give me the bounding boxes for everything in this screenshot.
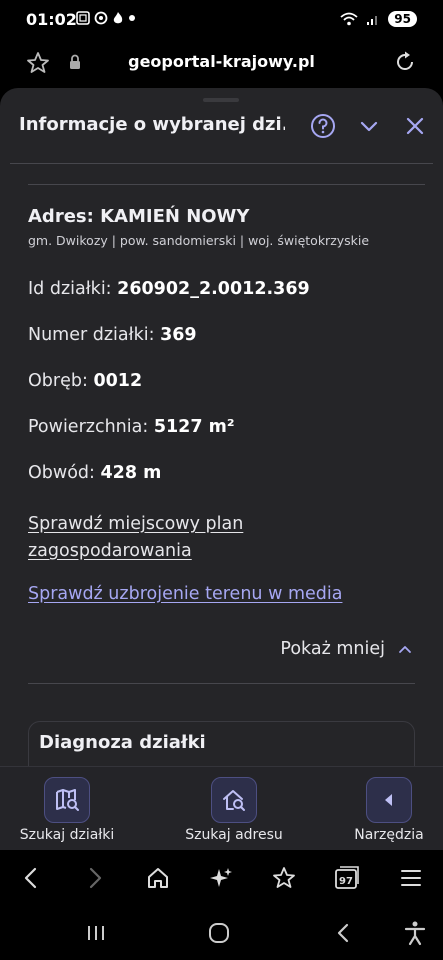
field-label: Powierzchnia:	[28, 417, 149, 437]
back-icon[interactable]	[18, 865, 44, 891]
fire-icon	[113, 12, 123, 24]
field-label: Obwód:	[28, 463, 95, 483]
diagnosis-title: Diagnoza działki	[39, 732, 206, 753]
accessibility-icon[interactable]	[402, 920, 428, 946]
menu-icon[interactable]	[398, 865, 424, 891]
search-parcel-icon-box[interactable]	[44, 777, 90, 823]
wifi-icon	[340, 12, 358, 26]
field-value: 369	[160, 325, 197, 345]
tools-label: Narzędzia	[354, 827, 424, 843]
show-less-label: Pokaż mniej	[280, 639, 385, 659]
show-less-toggle[interactable]: Pokaż mniej	[280, 639, 413, 659]
chevron-down-icon	[360, 121, 378, 132]
map-search-icon	[56, 789, 79, 811]
home-button-icon[interactable]	[206, 920, 232, 946]
search-address-icon-box[interactable]	[211, 777, 257, 823]
notification-icons	[76, 11, 136, 25]
browser-url-bar: geoportal-krajowy.pl	[0, 40, 443, 86]
browser-navigation-bar: 97	[0, 850, 443, 906]
address-subtitle: gm. Dwikozy | pow. sandomierski | woj. ś…	[28, 233, 370, 248]
chevron-up-icon	[399, 646, 411, 653]
field-value: 5127 m²	[153, 417, 235, 437]
tools-button[interactable]: Narzędzia	[344, 777, 434, 843]
status-time: 01:02	[26, 10, 77, 29]
field-label: Obręb:	[28, 371, 88, 391]
panel-header: Informacje o wybranej dzi...	[0, 108, 443, 144]
threads-icon	[94, 11, 108, 25]
search-address-label: Szukaj adresu	[185, 827, 283, 843]
tabs-icon[interactable]: 97	[334, 865, 360, 891]
recent-apps-icon[interactable]	[83, 920, 109, 946]
field-area: Powierzchnia: 5127 m²	[28, 417, 235, 437]
check-utilities-link[interactable]: Sprawdź uzbrojenie terenu w media	[28, 584, 342, 604]
parcel-diagnosis-card[interactable]: Diagnoza działki	[28, 721, 415, 766]
screenshot-icon	[76, 11, 90, 25]
drag-handle[interactable]	[203, 98, 239, 102]
search-parcel-button[interactable]: Szukaj działki	[14, 777, 120, 843]
signal-icon	[367, 16, 378, 25]
search-parcel-label: Szukaj działki	[19, 827, 115, 843]
system-navigation-bar	[0, 906, 443, 960]
field-parcel-number: Numer działki: 369	[28, 325, 197, 345]
reload-icon[interactable]	[393, 50, 417, 74]
battery-indicator: 95	[388, 11, 417, 27]
dot-icon	[129, 15, 135, 21]
help-icon	[311, 114, 335, 138]
collapse-button[interactable]	[355, 112, 383, 140]
home-icon[interactable]	[145, 865, 171, 891]
ai-sparkle-icon[interactable]	[208, 865, 234, 891]
panel-title: Informacje o wybranej dzi...	[19, 114, 285, 135]
address-title: Adres: KAMIEŃ NOWY	[28, 206, 250, 227]
search-address-button[interactable]: Szukaj adresu	[178, 777, 290, 843]
content-divider	[28, 184, 425, 185]
home-search-icon	[223, 790, 245, 811]
header-divider	[10, 163, 433, 164]
url-text[interactable]: geoportal-krajowy.pl	[0, 52, 443, 71]
forward-icon[interactable]	[82, 865, 108, 891]
field-value: 260902_2.0012.369	[117, 279, 310, 299]
field-value: 428 m	[100, 463, 162, 483]
close-icon	[406, 117, 424, 135]
field-label: Numer działki:	[28, 325, 155, 345]
field-value: 0012	[93, 371, 143, 391]
tools-icon-box[interactable]	[366, 777, 412, 823]
field-perimeter: Obwód: 428 m	[28, 463, 161, 483]
parcel-info-panel: Informacje o wybranej dzi... Adres: KAMI…	[0, 88, 443, 766]
field-precinct: Obręb: 0012	[28, 371, 142, 391]
tab-count: 97	[339, 876, 353, 887]
help-button[interactable]	[309, 112, 337, 140]
field-label: Id działki:	[28, 279, 112, 299]
check-local-plan-link[interactable]: Sprawdź miejscowy plan zagospodarowania	[28, 511, 328, 565]
status-bar: 01:02 95	[0, 0, 443, 40]
field-parcel-id: Id działki: 260902_2.0012.369	[28, 279, 310, 299]
system-back-icon[interactable]	[330, 920, 356, 946]
close-button[interactable]	[401, 112, 429, 140]
bookmarks-icon[interactable]	[271, 865, 297, 891]
section-divider	[28, 683, 415, 684]
app-toolbar: Szukaj działki Szukaj adresu Narzędzia	[0, 766, 443, 850]
caret-left-icon	[385, 794, 392, 806]
